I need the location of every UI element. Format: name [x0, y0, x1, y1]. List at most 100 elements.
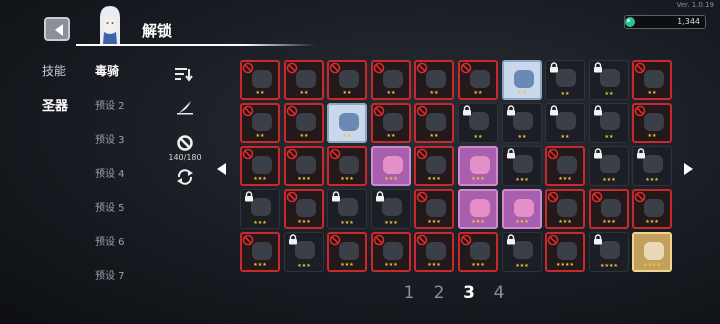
ban-icon: [329, 148, 341, 160]
relic-slot[interactable]: ★★★: [502, 189, 542, 229]
relic-icon: [252, 70, 272, 88]
relic-slot[interactable]: ★★★: [458, 146, 498, 186]
page-number[interactable]: 1: [400, 283, 418, 303]
ban-icon[interactable]: [177, 135, 193, 151]
relic-slot[interactable]: ★★★: [632, 146, 672, 186]
relic-slot[interactable]: ★★★: [589, 146, 629, 186]
relic-icon: [513, 241, 533, 259]
relic-slot[interactable]: ★★: [327, 103, 367, 143]
relic-slot[interactable]: ★★★: [414, 146, 454, 186]
tab-relics[interactable]: 圣器: [42, 95, 68, 114]
relic-icon: [557, 199, 577, 217]
relic-slot[interactable]: ★★: [284, 103, 324, 143]
relic-slot[interactable]: ★★: [545, 60, 585, 100]
relic-slot[interactable]: ★★★: [240, 189, 280, 229]
relic-slot[interactable]: ★★★: [371, 146, 411, 186]
relic-icon: [252, 156, 272, 174]
relic-slot[interactable]: ★★★: [502, 146, 542, 186]
relic-slot[interactable]: ★★: [545, 103, 585, 143]
relic-slot[interactable]: ★★★: [284, 189, 324, 229]
lock-icon: [550, 62, 558, 73]
tab-skills[interactable]: 技能: [42, 62, 66, 79]
relic-icon: [339, 156, 359, 174]
preset-item[interactable]: 毒骑: [95, 62, 119, 79]
relic-slot[interactable]: ★★: [240, 60, 280, 100]
relic-slot[interactable]: ★★: [414, 60, 454, 100]
relic-slot[interactable]: ★★★★: [632, 232, 672, 272]
lock-icon: [507, 148, 515, 159]
relic-slot[interactable]: ★★★: [371, 232, 411, 272]
ban-count: 140/180: [168, 153, 202, 162]
relic-slot[interactable]: ★★: [632, 60, 672, 100]
relic-slot[interactable]: ★★: [240, 103, 280, 143]
relic-icon: [644, 70, 664, 88]
refresh-icon[interactable]: [175, 168, 195, 186]
preset-item[interactable]: 预设 5: [95, 199, 125, 214]
relic-slot[interactable]: ★★★: [414, 232, 454, 272]
sort-icon[interactable]: [174, 66, 194, 82]
relic-slot[interactable]: ★★★: [284, 232, 324, 272]
star-rating: ★★: [386, 133, 396, 139]
relic-slot[interactable]: ★★★: [327, 189, 367, 229]
relic-icon: [557, 156, 577, 174]
relic-icon: [426, 156, 446, 174]
ban-icon: [373, 105, 385, 117]
page-number[interactable]: 4: [490, 283, 508, 303]
relic-slot[interactable]: ★★: [589, 103, 629, 143]
relic-slot[interactable]: ★★★: [327, 146, 367, 186]
relic-slot[interactable]: ★★: [327, 60, 367, 100]
relic-slot[interactable]: ★★: [284, 60, 324, 100]
relic-slot[interactable]: ★★: [458, 60, 498, 100]
relic-slot[interactable]: ★★: [458, 103, 498, 143]
relic-slot[interactable]: ★★: [502, 60, 542, 100]
relic-slot[interactable]: ★★★★: [545, 232, 585, 272]
star-rating: ★★: [429, 90, 439, 96]
next-page-arrow-icon[interactable]: [683, 162, 695, 176]
star-rating: ★★★: [558, 219, 572, 225]
relic-slot[interactable]: ★★★: [371, 189, 411, 229]
relic-icon: [601, 199, 621, 217]
star-rating: ★★★: [427, 176, 441, 182]
relic-slot[interactable]: ★★★: [502, 232, 542, 272]
star-rating: ★★★: [602, 219, 616, 225]
preset-item[interactable]: 预设 7: [95, 267, 125, 282]
page-number[interactable]: 2: [430, 283, 448, 303]
relic-icon: [339, 242, 359, 260]
quill-icon[interactable]: [176, 99, 194, 115]
relic-icon: [383, 70, 403, 88]
relic-slot[interactable]: ★★: [371, 103, 411, 143]
relic-slot[interactable]: ★★★: [632, 189, 672, 229]
relic-slot[interactable]: ★★★: [284, 146, 324, 186]
relic-slot[interactable]: ★★: [589, 60, 629, 100]
relic-icon: [252, 242, 272, 260]
relic-icon: [556, 112, 576, 130]
relic-slot[interactable]: ★★★: [327, 232, 367, 272]
relic-slot[interactable]: ★★: [632, 103, 672, 143]
relic-icon: [643, 155, 663, 173]
lock-icon: [594, 62, 602, 73]
relic-slot[interactable]: ★★★: [240, 146, 280, 186]
relic-slot[interactable]: ★★★: [458, 189, 498, 229]
star-rating: ★★: [255, 133, 265, 139]
relic-slot[interactable]: ★★★: [589, 189, 629, 229]
preset-item[interactable]: 预设 4: [95, 165, 125, 180]
relic-slot[interactable]: ★★★: [240, 232, 280, 272]
prev-page-arrow-icon[interactable]: [215, 162, 227, 176]
page-title: 解锁: [142, 22, 173, 40]
page-number[interactable]: 3: [460, 283, 478, 303]
preset-item[interactable]: 预设 6: [95, 233, 125, 248]
preset-item[interactable]: 预设 3: [95, 131, 125, 146]
relic-slot[interactable]: ★★★★: [589, 232, 629, 272]
relic-slot[interactable]: ★★: [371, 60, 411, 100]
lock-icon: [594, 148, 602, 159]
relic-slot[interactable]: ★★★: [545, 189, 585, 229]
relic-slot[interactable]: ★★★: [545, 146, 585, 186]
relic-slot[interactable]: ★★: [502, 103, 542, 143]
relic-icon: [339, 70, 359, 88]
preset-item[interactable]: 预设 2: [95, 97, 125, 112]
relic-slot[interactable]: ★★★: [458, 232, 498, 272]
back-button[interactable]: [44, 17, 70, 41]
ban-icon: [373, 234, 385, 246]
relic-slot[interactable]: ★★: [414, 103, 454, 143]
relic-slot[interactable]: ★★★: [414, 189, 454, 229]
